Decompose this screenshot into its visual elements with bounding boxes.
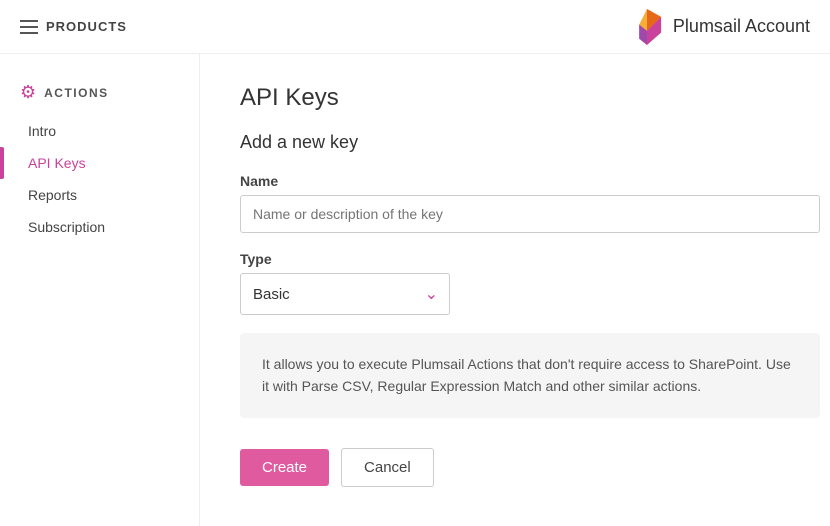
type-select-wrapper: Basic SharePoint ⌄ xyxy=(240,273,450,315)
form-heading: Add a new key xyxy=(240,132,790,153)
button-row: Create Cancel xyxy=(240,448,790,487)
info-text: It allows you to execute Plumsail Action… xyxy=(262,353,798,398)
plumsail-logo-icon xyxy=(631,9,663,45)
sidebar-link-api-keys[interactable]: API Keys xyxy=(0,147,199,179)
type-select[interactable]: Basic SharePoint xyxy=(240,273,450,315)
name-field-group: Name xyxy=(240,173,790,233)
hamburger-icon[interactable] xyxy=(20,20,38,34)
products-label: PRODUCTS xyxy=(46,19,127,34)
cancel-button[interactable]: Cancel xyxy=(341,448,434,487)
sidebar-link-subscription[interactable]: Subscription xyxy=(0,211,199,243)
sidebar-section-title: ACTIONS xyxy=(44,86,109,100)
header-left: PRODUCTS xyxy=(20,19,127,34)
type-field-group: Type Basic SharePoint ⌄ xyxy=(240,251,790,315)
info-box: It allows you to execute Plumsail Action… xyxy=(240,333,820,418)
sidebar-item-reports[interactable]: Reports xyxy=(0,179,199,211)
sidebar-item-subscription[interactable]: Subscription xyxy=(0,211,199,243)
create-button[interactable]: Create xyxy=(240,449,329,486)
sidebar-item-intro[interactable]: Intro xyxy=(0,115,199,147)
sidebar-item-api-keys[interactable]: API Keys xyxy=(0,147,199,179)
header: PRODUCTS Plumsail Account xyxy=(0,0,830,54)
sidebar: ⚙ ACTIONS Intro API Keys Reports Subscri… xyxy=(0,54,200,526)
sidebar-link-reports[interactable]: Reports xyxy=(0,179,199,211)
gear-icon: ⚙ xyxy=(20,82,36,103)
plumsail-account-label: Plumsail Account xyxy=(673,16,810,37)
sidebar-link-intro[interactable]: Intro xyxy=(0,115,199,147)
body-layout: ⚙ ACTIONS Intro API Keys Reports Subscri… xyxy=(0,54,830,526)
main-content: API Keys Add a new key Name Type Basic S… xyxy=(200,54,830,526)
sidebar-nav: Intro API Keys Reports Subscription xyxy=(0,115,199,243)
name-input[interactable] xyxy=(240,195,820,233)
type-label: Type xyxy=(240,251,790,267)
page-title: API Keys xyxy=(240,84,790,112)
header-right: Plumsail Account xyxy=(631,9,810,45)
name-label: Name xyxy=(240,173,790,189)
sidebar-section: ⚙ ACTIONS xyxy=(0,74,199,115)
